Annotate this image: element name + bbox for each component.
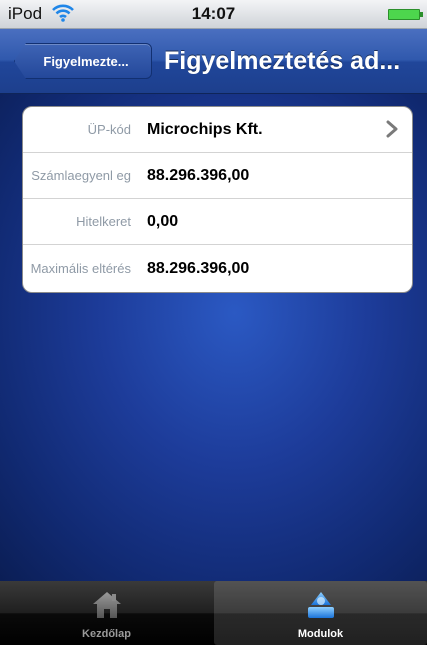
- detail-label: Maximális eltérés: [30, 260, 131, 276]
- detail-label: Számlaegyenl eg: [31, 167, 131, 183]
- back-button[interactable]: Figyelmezte...: [14, 43, 152, 79]
- detail-label: Hitelkeret: [76, 213, 131, 229]
- tab-bar: Kezdőlap Modulok: [0, 581, 427, 645]
- tab-label: Modulok: [297, 628, 344, 640]
- detail-value: 0,00: [147, 212, 179, 230]
- detail-row-szamlaegyenleg: Számlaegyenl eg 88.296.396,00: [23, 153, 412, 199]
- tab-kezdolap[interactable]: Kezdőlap: [0, 581, 213, 645]
- detail-row-maximalis-elteres: Maximális eltérés 88.296.396,00: [23, 245, 412, 292]
- detail-row-up-kod[interactable]: ÜP-kód Microchips Kft.: [23, 107, 412, 153]
- detail-value: 88.296.396,00: [147, 166, 250, 184]
- battery-icon: [388, 9, 423, 20]
- home-icon: [92, 592, 121, 618]
- tab-modulok[interactable]: Modulok: [214, 581, 427, 645]
- status-bar: iPod 14:07: [0, 0, 427, 29]
- detail-row-hitelkeret: Hitelkeret 0,00: [23, 199, 412, 245]
- chevron-right-icon: [386, 120, 398, 138]
- navigation-bar: Figyelmezte... Figyelmeztetés ad...: [0, 29, 427, 94]
- modules-icon: [307, 592, 334, 618]
- content-area: ÜP-kód Microchips Kft. Számlaegyenl eg 8…: [0, 94, 427, 581]
- details-table: ÜP-kód Microchips Kft. Számlaegyenl eg 8…: [22, 106, 413, 293]
- detail-value: Microchips Kft.: [147, 120, 263, 138]
- detail-label: ÜP-kód: [87, 121, 131, 137]
- page-title: Figyelmeztetés ad...: [164, 47, 401, 75]
- tab-label: Kezdőlap: [82, 628, 131, 640]
- detail-value: 88.296.396,00: [147, 259, 250, 277]
- clock: 14:07: [191, 4, 236, 23]
